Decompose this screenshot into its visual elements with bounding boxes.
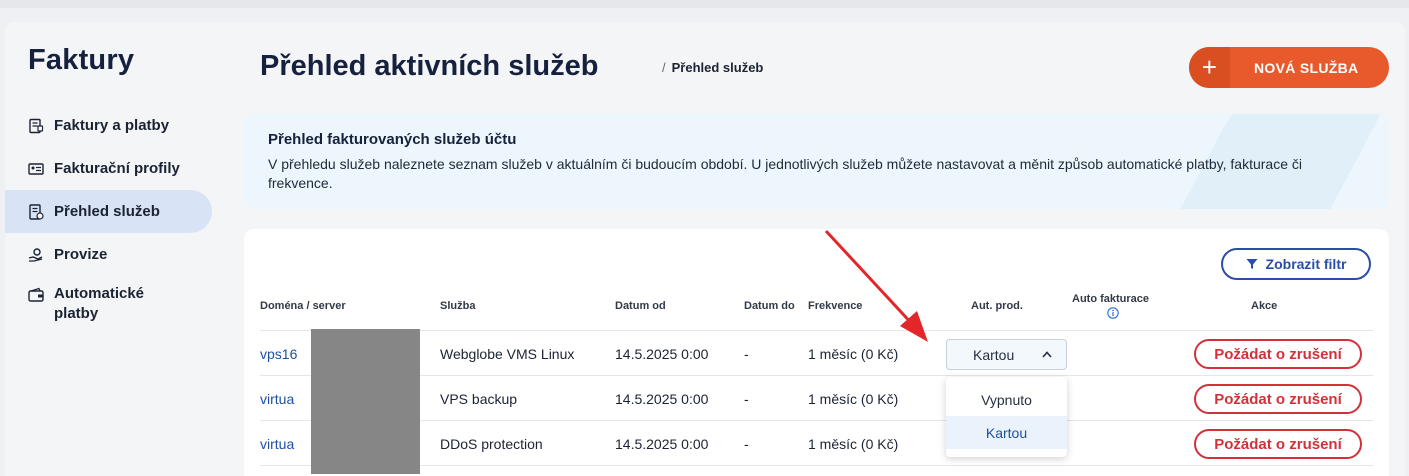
breadcrumb-separator: / — [662, 60, 666, 75]
frequency: 1 měsíc (0 Kč) — [808, 436, 899, 452]
sidebar-item-commissions[interactable]: Provize — [5, 233, 212, 276]
filter-icon — [1246, 259, 1258, 269]
profile-card-icon — [28, 162, 44, 175]
date-to: - — [744, 346, 749, 362]
show-filter-button[interactable]: Zobrazit filtr — [1221, 248, 1371, 280]
date-from: 14.5.2025 0:00 — [615, 436, 709, 452]
date-to: - — [744, 391, 749, 407]
domain-link[interactable]: virtua — [260, 436, 294, 452]
sidebar: Faktury Faktury a platby Fakturační prof… — [5, 22, 228, 476]
sidebar-item-label: Fakturační profily — [54, 159, 180, 177]
plus-icon: + — [1189, 47, 1230, 88]
dropdown-option-off[interactable]: Vypnuto — [946, 383, 1067, 416]
sidebar-item-automatic-payments[interactable]: Automatické platby — [5, 276, 212, 328]
hand-coin-icon — [28, 247, 43, 262]
frequency: 1 měsíc (0 Kč) — [808, 346, 899, 362]
column-header-domain[interactable]: Doména / server — [260, 300, 346, 312]
frequency: 1 měsíc (0 Kč) — [808, 391, 899, 407]
header-divider — [260, 330, 1373, 331]
date-to: - — [744, 436, 749, 452]
info-text: V přehledu služeb naleznete seznam služe… — [268, 156, 1302, 191]
page-title: Přehled aktivních služeb — [260, 50, 599, 82]
dropdown-option-card[interactable]: Kartou — [946, 416, 1067, 449]
column-header-auto-renew[interactable]: Aut. prod. — [971, 300, 1023, 312]
wallet-icon — [28, 287, 44, 302]
new-service-label: NOVÁ SLUŽBA — [1254, 59, 1359, 76]
info-icon[interactable] — [1107, 307, 1119, 319]
domain-link[interactable]: virtua — [260, 391, 294, 407]
sidebar-item-services-overview[interactable]: Přehled služeb — [5, 190, 212, 233]
service-name: VPS backup — [440, 391, 518, 407]
services-doc-icon — [29, 203, 44, 220]
date-from: 14.5.2025 0:00 — [615, 391, 709, 407]
new-service-button[interactable]: + NOVÁ SLUŽBA — [1189, 47, 1389, 88]
service-name: DDoS protection — [440, 436, 543, 452]
auto-renew-select-value: Kartou — [973, 346, 1015, 363]
column-header-date-to[interactable]: Datum do — [744, 300, 795, 312]
auto-renew-dropdown: Vypnuto Kartou — [946, 377, 1067, 457]
sidebar-item-invoices[interactable]: Faktury a platby — [5, 104, 212, 147]
sidebar-title: Faktury — [28, 44, 135, 76]
service-name: Webglobe VMS Linux — [440, 346, 575, 362]
sidebar-item-billing-profiles[interactable]: Fakturační profily — [5, 147, 212, 190]
column-header-actions[interactable]: Akce — [1251, 300, 1277, 312]
breadcrumb-current[interactable]: Přehled služeb — [672, 60, 764, 75]
sidebar-item-label: Provize — [54, 245, 108, 263]
row-divider — [260, 465, 1373, 466]
sidebar-item-label: Faktury a platby — [54, 116, 170, 134]
main-content: Přehled aktivních služeb / Přehled služeb… — [228, 22, 1405, 476]
invoice-icon — [29, 118, 44, 133]
request-cancel-button[interactable]: Požádat o zrušení — [1194, 384, 1362, 414]
breadcrumb: / Přehled služeb — [662, 60, 763, 75]
info-panel: Přehled fakturovaných služeb účtu V přeh… — [244, 114, 1389, 209]
row-divider — [260, 420, 1373, 421]
chevron-up-icon — [1042, 351, 1052, 358]
services-table-card: Zobrazit filtr Doména / server Služba Da… — [244, 229, 1389, 476]
auto-renew-select[interactable]: Kartou — [946, 339, 1067, 370]
row-divider — [260, 375, 1373, 376]
column-header-frequency[interactable]: Frekvence — [808, 300, 862, 312]
sidebar-item-label: Automatické platby — [54, 285, 145, 322]
request-cancel-button[interactable]: Požádat o zrušení — [1194, 339, 1362, 369]
request-cancel-button[interactable]: Požádat o zrušení — [1194, 429, 1362, 459]
column-header-service[interactable]: Služba — [440, 300, 475, 312]
column-header-auto-invoice[interactable]: Auto fakturace — [1072, 293, 1149, 305]
redaction-block — [311, 329, 420, 474]
date-from: 14.5.2025 0:00 — [615, 346, 709, 362]
show-filter-label: Zobrazit filtr — [1265, 256, 1347, 272]
sidebar-item-label: Přehled služeb — [54, 202, 160, 220]
app-shell: Faktury Faktury a platby Fakturační prof… — [5, 22, 1405, 476]
browser-top-strip — [0, 0, 1409, 8]
info-title: Přehled fakturovaných služeb účtu — [268, 131, 517, 148]
column-header-date-from[interactable]: Datum od — [615, 300, 666, 312]
domain-link[interactable]: vps16 — [260, 346, 297, 362]
